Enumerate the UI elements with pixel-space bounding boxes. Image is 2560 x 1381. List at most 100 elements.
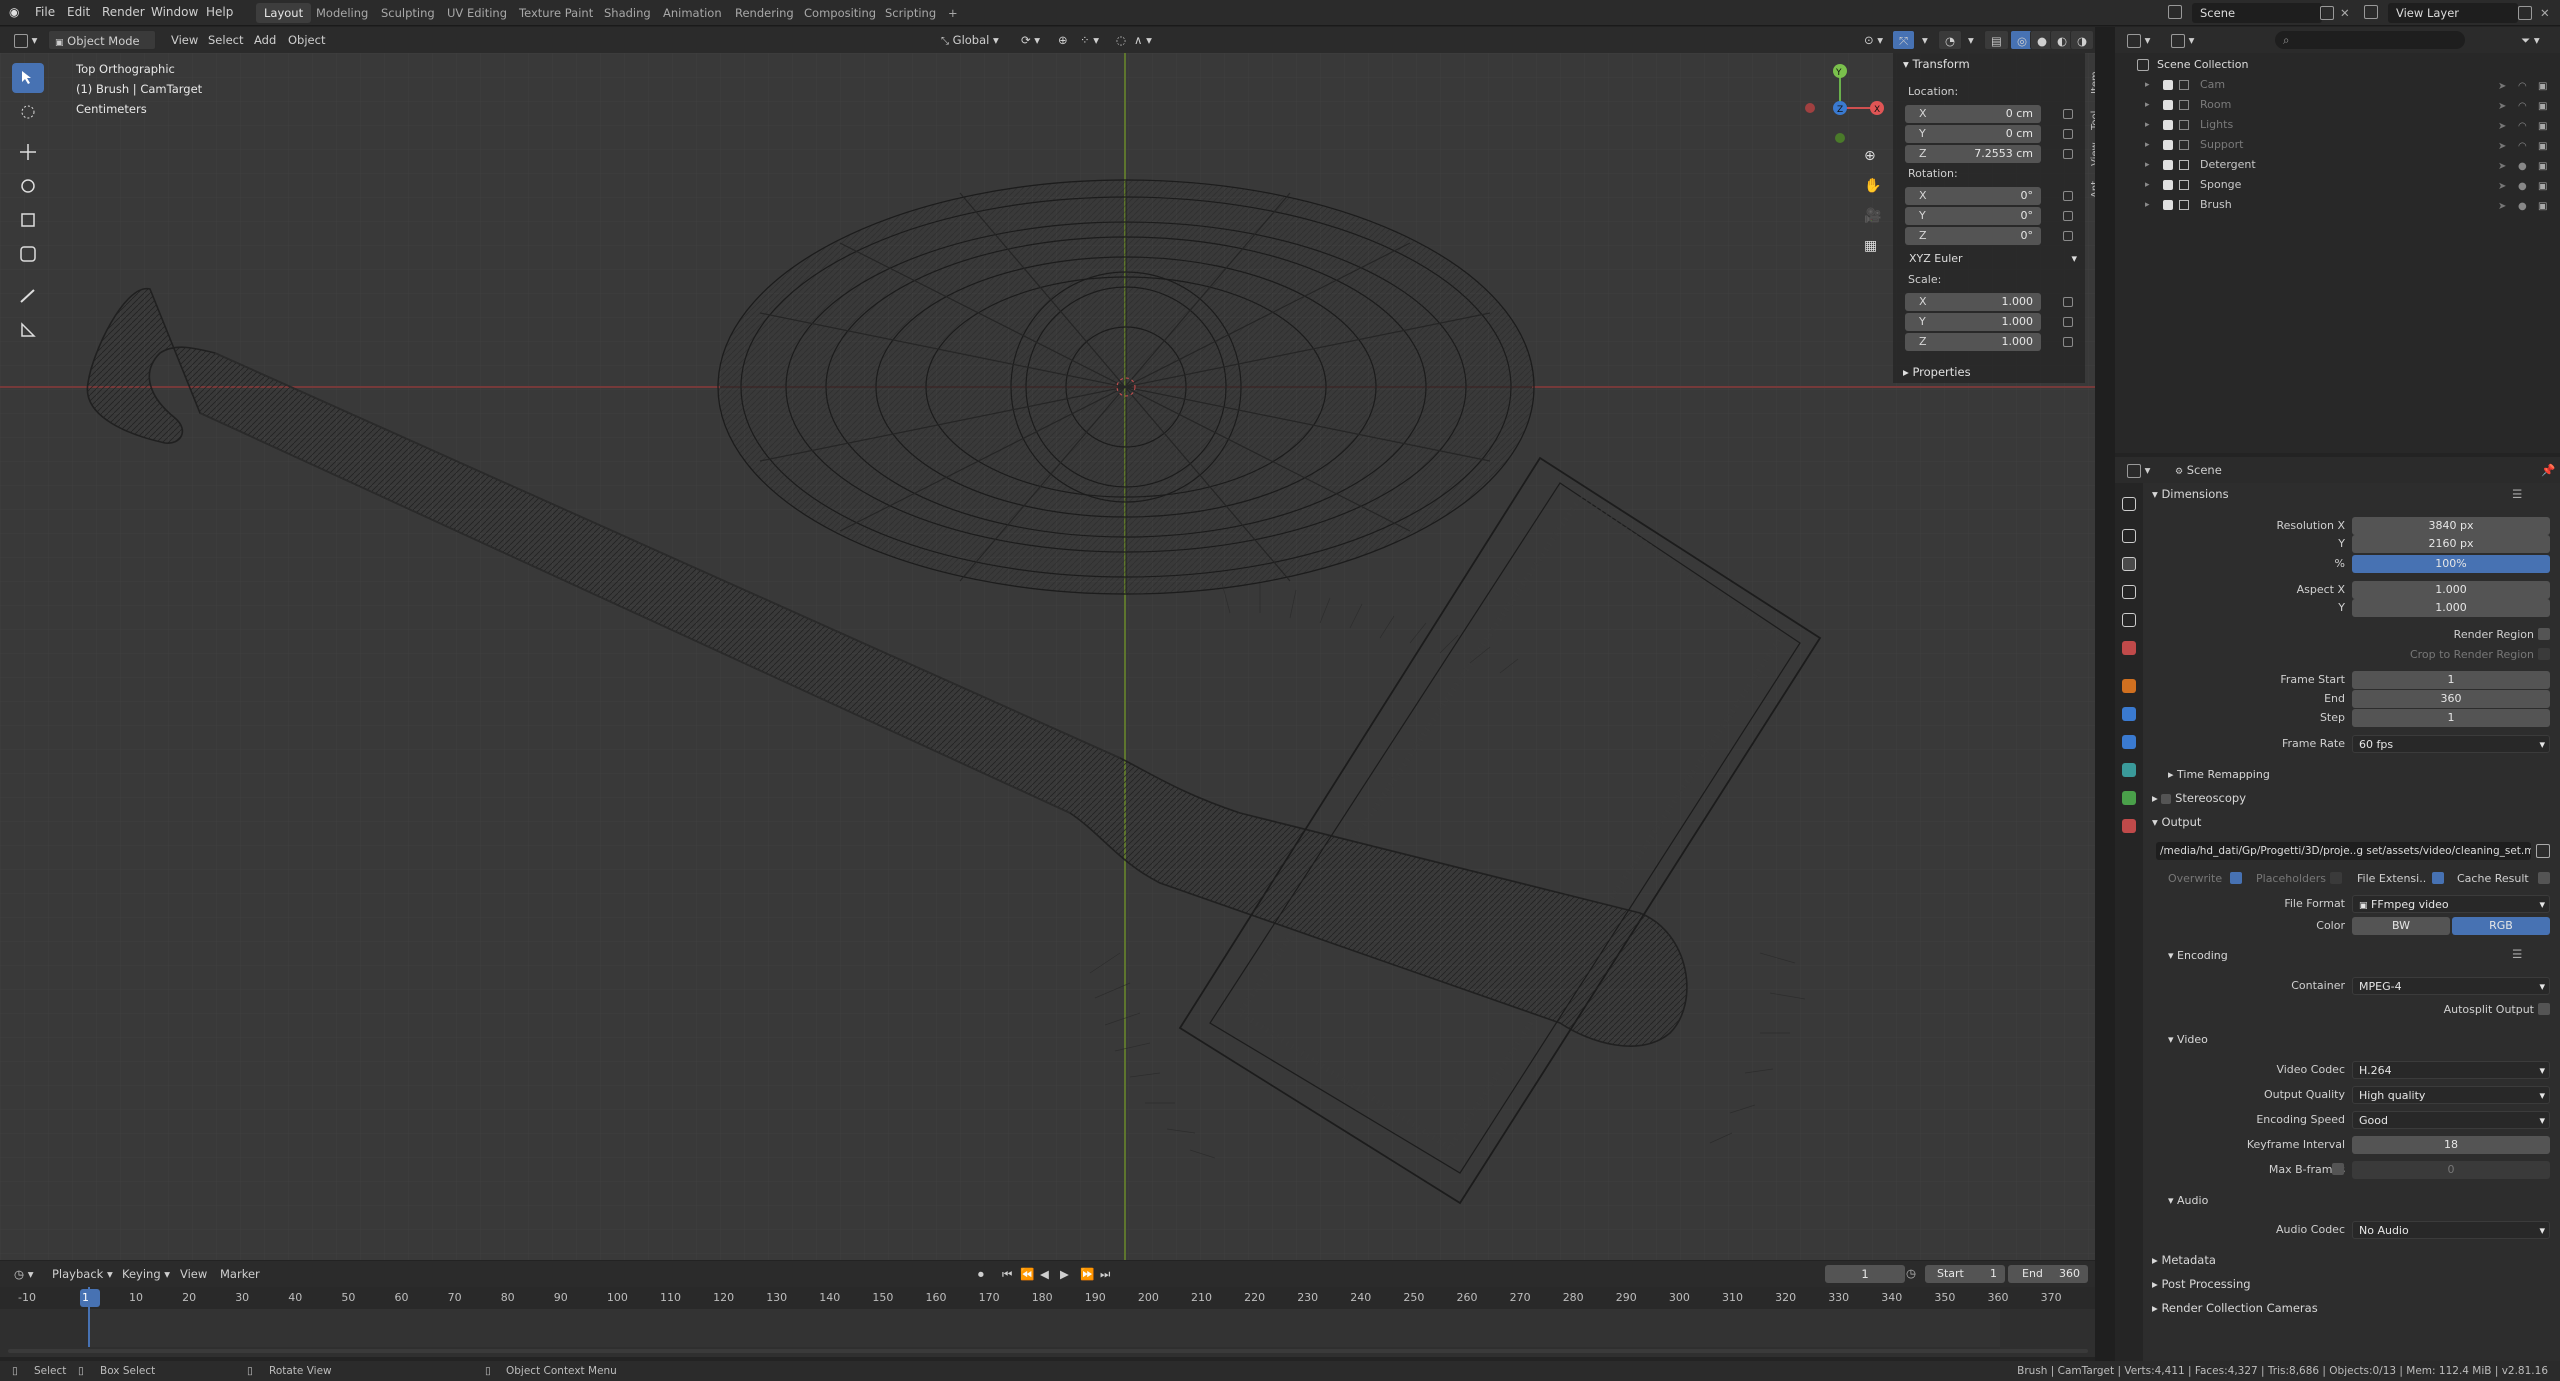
resolution-x-field[interactable]: 3840 px <box>2352 517 2550 535</box>
video-section[interactable]: ▾ Video <box>2168 1033 2208 1046</box>
encoding-presets-icon[interactable]: ☰ <box>2512 947 2522 961</box>
folder-browse-icon[interactable] <box>2536 844 2550 858</box>
tab-layout[interactable]: Layout <box>256 3 312 23</box>
tab-rendering[interactable]: Rendering <box>727 3 802 23</box>
menu-help[interactable]: Help <box>206 5 233 19</box>
menu-add[interactable]: Add <box>248 30 282 50</box>
metadata-section[interactable]: ▸ Metadata <box>2152 1253 2216 1267</box>
dimensions-section[interactable]: ▾ Dimensions <box>2152 487 2229 501</box>
end-frame-field[interactable]: End 360 <box>2008 1265 2088 1283</box>
lock-location-x-icon[interactable] <box>2063 109 2073 119</box>
presets-list-icon[interactable]: ☰ <box>2512 487 2522 501</box>
timeline-editor-type-icon[interactable]: ◷ ▾ <box>8 1264 39 1284</box>
output-section[interactable]: ▾ Output <box>2152 815 2201 829</box>
overlays-dropdown-icon[interactable]: ▾ <box>1962 30 1980 50</box>
physics-tab-icon[interactable] <box>2122 763 2136 777</box>
frame-start-field[interactable]: 1 <box>2352 671 2550 689</box>
output-quality-dropdown[interactable]: High quality ▾ <box>2352 1086 2550 1104</box>
lock-scale-z-icon[interactable] <box>2063 337 2073 347</box>
record-icon[interactable]: ⏺ <box>972 1264 990 1284</box>
view-layer-tab-icon[interactable] <box>2122 585 2136 599</box>
render-tab-icon[interactable] <box>2122 529 2136 543</box>
outliner-item-cam[interactable]: ▸ Cam <box>2115 75 2560 95</box>
outliner-item-brush[interactable]: ▸ Brush <box>2115 195 2560 215</box>
menu-render[interactable]: Render <box>102 5 145 19</box>
tab-sculpting[interactable]: Sculpting <box>373 3 443 23</box>
lock-scale-y-icon[interactable] <box>2063 317 2073 327</box>
properties-editor-type-icon[interactable]: ▾ <box>2121 460 2156 480</box>
select-toggle-icon[interactable]: ➤ ➤ ➤ ➤ ➤ ➤ ➤ <box>2498 77 2506 217</box>
display-mode-icon[interactable]: ▾ <box>2165 30 2200 50</box>
new-scene-icon[interactable] <box>2320 6 2334 20</box>
tab-animation[interactable]: Animation <box>655 3 730 23</box>
preview-range-icon[interactable]: ◷ <box>1906 1266 1916 1280</box>
stereoscopy-section[interactable]: ▸ Stereoscopy <box>2152 791 2246 805</box>
lock-rotation-x-icon[interactable] <box>2063 191 2073 201</box>
visibility-eye-icon[interactable]: ◠ ◠ ◠ ◠ ● ● ● <box>2518 77 2527 217</box>
timeline[interactable]: -10 1 10 20 30 40 50 60 70 80 90 100 110 120 130 140 150… <box>0 1287 2095 1357</box>
render-camera-icon[interactable]: ▣ ▣ ▣ ▣ ▣ ▣ ▣ <box>2538 77 2547 217</box>
outliner-item-support[interactable]: ▸ Support <box>2115 135 2560 155</box>
lock-location-y-icon[interactable] <box>2063 129 2073 139</box>
current-frame-field[interactable]: 1 <box>1825 1265 1905 1283</box>
scale-y-field[interactable]: Y 1.000 <box>1905 313 2041 331</box>
menu-file[interactable]: File <box>35 5 55 19</box>
rotate-tool[interactable] <box>12 171 44 201</box>
post-processing-section[interactable]: ▸ Post Processing <box>2152 1277 2251 1291</box>
marker-menu[interactable]: Marker <box>214 1264 266 1284</box>
tab-modeling[interactable]: Modeling <box>308 3 376 23</box>
data-tab-icon[interactable] <box>2122 791 2136 805</box>
scale-tool[interactable] <box>12 205 44 235</box>
transform-orientation-dropdown[interactable]: ⤡ Global ▾ <box>935 30 1005 50</box>
overlays-toggle-icon[interactable]: ◔ <box>1938 30 1963 50</box>
frame-rate-dropdown[interactable]: 60 fps ▾ <box>2352 735 2550 753</box>
tab-texture-paint[interactable]: Texture Paint <box>511 3 601 23</box>
xray-toggle-icon[interactable]: ▤ <box>1984 30 2009 50</box>
timeline-scrollbar[interactable] <box>8 1349 2088 1353</box>
resolution-y-field[interactable]: 2160 px <box>2352 535 2550 553</box>
render-collection-cameras-section[interactable]: ▸ Render Collection Cameras <box>2152 1301 2318 1315</box>
measure-tool[interactable] <box>12 315 44 345</box>
menu-view[interactable]: View <box>165 30 204 50</box>
audio-section[interactable]: ▾ Audio <box>2168 1194 2208 1207</box>
texture-tab-icon[interactable] <box>2122 819 2136 833</box>
location-z-field[interactable]: Z 7.2553 cm <box>1905 145 2041 163</box>
output-path-input[interactable]: /media/hd_dati/Gp/Progetti/3D/proje..g s… <box>2156 842 2531 860</box>
scene-collection-row[interactable]: Scene Collection <box>2115 55 2560 75</box>
video-codec-dropdown[interactable]: H.264 ▾ <box>2352 1061 2550 1079</box>
lock-rotation-y-icon[interactable] <box>2063 211 2073 221</box>
start-frame-field[interactable]: Start 1 <box>1925 1265 2005 1283</box>
object-tab-icon[interactable] <box>2122 679 2136 693</box>
outliner-item-detergent[interactable]: ▸ Detergent <box>2115 155 2560 175</box>
editor-type-icon[interactable]: ▾ <box>8 30 43 50</box>
scale-z-field[interactable]: Z 1.000 <box>1905 333 2041 351</box>
annotate-tool[interactable] <box>12 281 44 311</box>
rotation-y-field[interactable]: Y 0° <box>1905 207 2041 225</box>
time-remapping-section[interactable]: ▸ Time Remapping <box>2168 768 2270 781</box>
view-object-types-icon[interactable]: ⊙ ▾ <box>1858 30 1889 50</box>
encoding-speed-dropdown[interactable]: Good ▾ <box>2352 1111 2550 1129</box>
aspect-y-field[interactable]: 1.000 <box>2352 599 2550 617</box>
pivot-point-icon[interactable]: ⟳ ▾ <box>1015 30 1046 50</box>
playback-menu[interactable]: Playback ▾ <box>46 1264 119 1284</box>
transform-tool[interactable] <box>12 239 44 269</box>
frame-step-field[interactable]: 1 <box>2352 709 2550 727</box>
scene-selector[interactable]: Scene <box>2192 3 2322 23</box>
encoding-section[interactable]: ▾ Encoding <box>2168 949 2228 962</box>
snap-target-icon[interactable]: ⁘ ▾ <box>1074 30 1105 50</box>
tab-scripting[interactable]: Scripting <box>877 3 944 23</box>
resolution-percent-slider[interactable]: 100% <box>2352 555 2550 573</box>
pin-icon[interactable]: 📌 <box>2535 460 2560 480</box>
file-extension-checkbox[interactable] <box>2432 872 2444 884</box>
tab-shading[interactable]: Shading <box>596 3 659 23</box>
aspect-x-field[interactable]: 1.000 <box>2352 581 2550 599</box>
properties-panel-title[interactable]: ▸ Properties <box>1903 365 1971 379</box>
menu-select[interactable]: Select <box>202 30 249 50</box>
outliner-item-sponge[interactable]: ▸ Sponge <box>2115 175 2560 195</box>
render-region-checkbox[interactable] <box>2538 628 2550 640</box>
rotation-x-field[interactable]: X 0° <box>1905 187 2041 205</box>
menu-edit[interactable]: Edit <box>67 5 90 19</box>
gizmo-toggle-icon[interactable]: ⤧ <box>1892 30 1916 50</box>
play-icon[interactable]: ▶ <box>1054 1264 1075 1284</box>
frame-end-field[interactable]: 360 <box>2352 690 2550 708</box>
